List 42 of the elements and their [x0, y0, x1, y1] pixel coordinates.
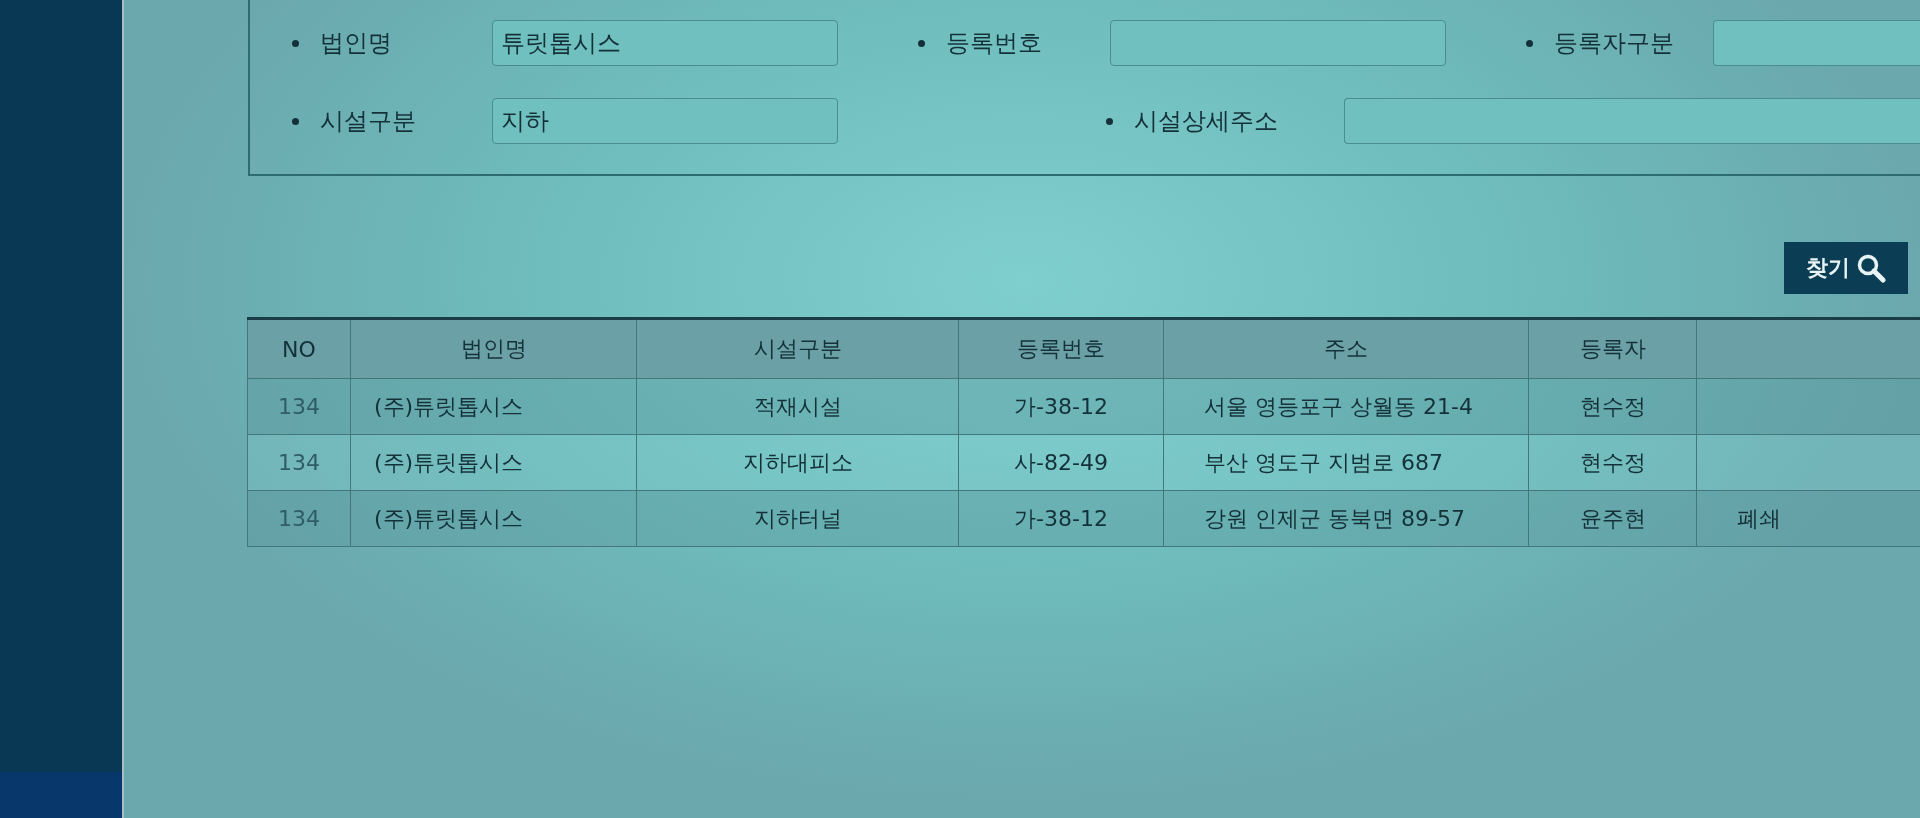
column-header: 등록번호 — [958, 318, 1164, 379]
bullet-icon — [292, 117, 299, 125]
table-cell: 강원 인제군 동북면 89-57 — [1204, 505, 1465, 531]
table-cell: 134 — [278, 394, 320, 419]
table-cell: 가-38-12 — [1014, 505, 1108, 531]
column-header: NO — [247, 318, 351, 379]
search-icon — [1856, 253, 1886, 283]
table-cell: 폐쇄 — [1737, 505, 1781, 531]
table-cell: 가-38-12 — [1014, 393, 1108, 419]
input-field[interactable]: 튜릿톱시스 — [492, 20, 838, 66]
table-cell: (주)튜릿톱시스 — [374, 505, 524, 531]
bullet-icon — [1526, 39, 1533, 47]
input-field[interactable] — [1110, 20, 1446, 66]
input-field[interactable] — [1713, 20, 1920, 66]
table-cell: 현수정 — [1579, 393, 1646, 419]
input-field[interactable]: 지하 — [492, 98, 838, 144]
column-header: 법인명 — [350, 318, 637, 379]
table-cell: 134 — [278, 506, 320, 531]
field-label: 등록번호 — [946, 28, 1042, 59]
bullet-icon — [292, 39, 299, 47]
field-label: 시설상세주소 — [1134, 106, 1278, 137]
table-cell: 윤주현 — [1579, 505, 1646, 531]
bullet-icon — [918, 39, 925, 47]
table-cell: 사-82-49 — [1014, 449, 1108, 475]
field-label: 등록자구분 — [1554, 28, 1674, 59]
search-button[interactable]: 찾기 — [1784, 242, 1908, 294]
field-label: 법인명 — [320, 28, 392, 59]
table-cell: 서울 영등포구 상월동 21-4 — [1204, 393, 1473, 419]
table-cell: 현수정 — [1579, 449, 1646, 475]
field-label: 시설구분 — [320, 106, 416, 137]
table-cell: 부산 영도구 지범로 687 — [1204, 449, 1443, 475]
input-field[interactable] — [1344, 98, 1920, 144]
table-cell: (주)튜릿톱시스 — [374, 449, 524, 475]
table-cell: 134 — [278, 450, 320, 475]
table-cell: 지하대피소 — [742, 449, 853, 475]
table-cell: (주)튜릿톱시스 — [374, 393, 524, 419]
bullet-icon — [1106, 117, 1113, 125]
table-cell: 지하터널 — [753, 505, 842, 531]
table-cell: 적재시설 — [753, 393, 842, 419]
column-header: 주소 — [1163, 318, 1529, 379]
column-header: 시설구분 — [636, 318, 959, 379]
column-header: 등록자 — [1528, 318, 1697, 379]
